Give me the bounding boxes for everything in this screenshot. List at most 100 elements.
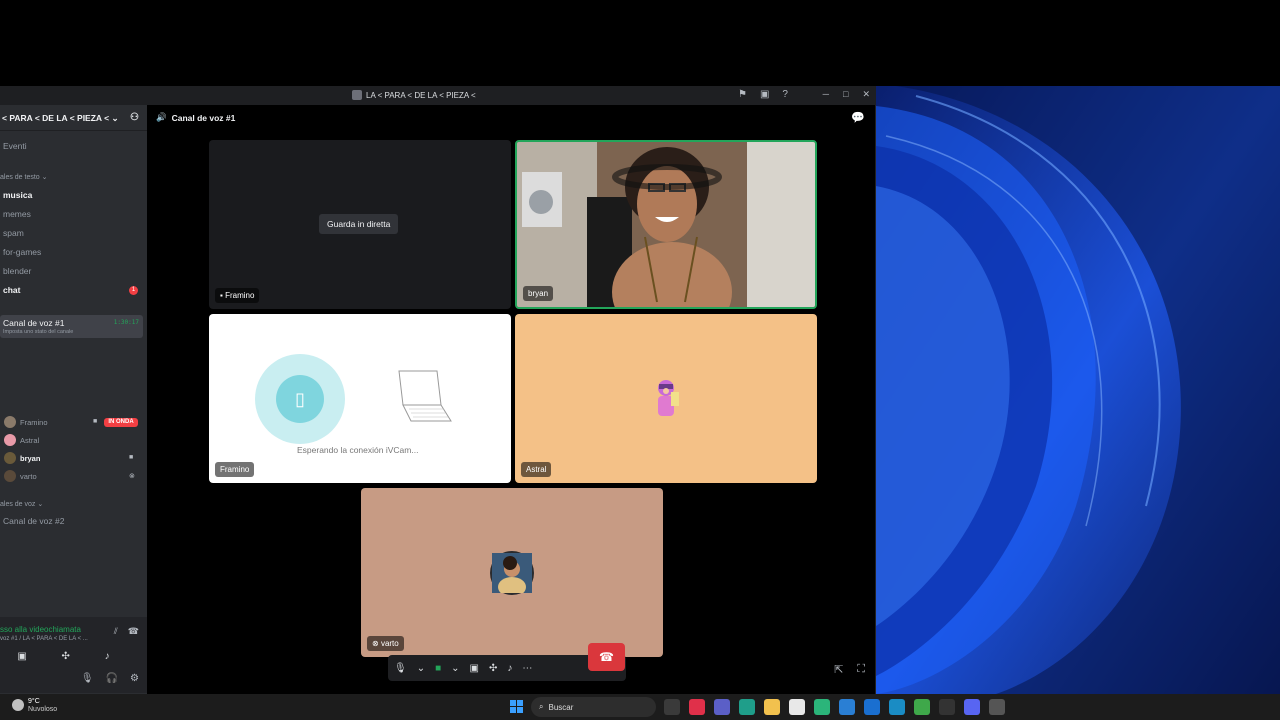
screen-share-icon[interactable]: ▣ <box>760 89 769 100</box>
title-bar-tools: ⚑ ▣ ? <box>738 89 788 100</box>
pop-out-icon[interactable]: ⇱ <box>834 663 843 676</box>
camera-icon[interactable]: ■ <box>435 663 441 674</box>
voice-category-label: ales de voz <box>0 501 36 508</box>
microphone-icon[interactable]: 🎙 <box>81 673 94 684</box>
events-link[interactable]: Eventi <box>3 141 27 151</box>
vscode-icon[interactable] <box>839 699 855 715</box>
video-icon: ■ <box>129 454 134 461</box>
window-controls: ─ □ ✕ <box>823 89 870 100</box>
member-bryan[interactable]: bryan <box>4 451 40 465</box>
member-varto[interactable]: varto <box>4 469 37 483</box>
member-name: varto <box>20 471 37 481</box>
channel-status-text[interactable]: Imposta uno stato del canale <box>3 329 73 335</box>
avatar <box>4 470 16 482</box>
avatar <box>4 416 16 428</box>
live-badge: IN ONDA <box>104 418 138 427</box>
video-tile-bryan[interactable]: bryan <box>515 140 817 309</box>
temperature-text: 9°C <box>28 698 40 705</box>
user-avatar <box>490 551 534 597</box>
text-channels-category[interactable]: ales de testo ⌄ <box>0 173 48 181</box>
invite-user-icon[interactable]: ⚇ <box>130 112 139 123</box>
video-tile-astral[interactable]: Astral <box>515 314 817 483</box>
activities-button[interactable]: ✣ <box>62 651 70 662</box>
chevron-down-icon[interactable]: ⌄ <box>451 663 459 674</box>
chat-bubble-icon[interactable]: 💬 <box>851 111 865 124</box>
maximize-button[interactable]: □ <box>843 89 848 100</box>
voice-channels-category[interactable]: ales de voz ⌄ <box>0 500 43 508</box>
start-button[interactable] <box>510 700 523 713</box>
text-category-label: ales de testo <box>0 174 40 181</box>
flag-icon[interactable]: ⚑ <box>738 89 747 100</box>
minimize-button[interactable]: ─ <box>823 89 829 100</box>
window-title-text: LA < PARA < DE LA < PIEZA < <box>366 90 476 100</box>
stream-tile[interactable]: Guarda in diretta ▪ Framino <box>209 140 511 309</box>
noise-suppression-icon[interactable]: ⫽ <box>114 626 118 637</box>
server-name: < PARA < DE LA < PIEZA < <box>2 113 110 123</box>
video-tile-varto[interactable]: ⊗ varto <box>361 488 663 657</box>
channel-chat[interactable]: chat <box>3 285 20 295</box>
voice-connection-panel: sso alla videochiamata voz #1 / LA < PAR… <box>0 617 147 693</box>
connection-channel-path[interactable]: voz #1 / LA < PARA < DE LA < ... <box>0 636 88 642</box>
channel-blender[interactable]: blender <box>3 266 31 276</box>
end-call-button[interactable]: ☎ <box>588 643 625 671</box>
app-icon[interactable] <box>889 699 905 715</box>
app-icon[interactable] <box>689 699 705 715</box>
app-icon[interactable] <box>789 699 805 715</box>
video-tile-framino[interactable]: ▯ Esperando la conexión iVCam... Framino <box>209 314 511 483</box>
user-controls: 🎙 🎧 ⚙ <box>81 673 139 684</box>
watch-stream-button[interactable]: Guarda in diretta <box>319 214 399 234</box>
task-view-icon[interactable] <box>664 699 680 715</box>
taskbar-search[interactable]: ⌕ Buscar <box>531 697 656 717</box>
microphone-icon[interactable]: 🎙 <box>394 663 407 674</box>
headphones-icon[interactable]: 🎧 <box>106 673 118 684</box>
tile-label: Framino <box>215 462 255 477</box>
connection-status: sso alla videochiamata <box>0 625 81 634</box>
channel-musica[interactable]: musica <box>3 190 32 200</box>
cloud-icon <box>12 699 24 711</box>
channel-title: Canal de voz #1 <box>171 112 236 123</box>
activity-buttons: ▣ ✣ ♪ <box>0 647 147 665</box>
screen-share-icon[interactable]: ▣ <box>470 663 479 674</box>
channel-spam[interactable]: spam <box>3 228 24 238</box>
fullscreen-icon[interactable]: ⛶ <box>857 663 865 676</box>
xbox-icon: ⊗ <box>372 639 379 648</box>
voice-channel-active[interactable]: Canal de voz #1 1:30:17 Imposta uno stat… <box>0 315 143 338</box>
file-explorer-icon[interactable] <box>764 699 780 715</box>
unread-badge: 1 <box>129 286 138 295</box>
channel-for-games[interactable]: for-games <box>3 247 41 257</box>
channel-memes[interactable]: memes <box>3 209 31 219</box>
discord-icon[interactable] <box>964 699 980 715</box>
disconnect-icon[interactable]: ☎ <box>128 626 139 637</box>
app-icon[interactable] <box>989 699 1005 715</box>
member-astral[interactable]: Astral <box>4 433 39 447</box>
close-button[interactable]: ✕ <box>862 89 870 100</box>
teams-icon[interactable] <box>714 699 730 715</box>
voice-channel-2[interactable]: Canal de voz #2 <box>3 516 64 526</box>
member-framino[interactable]: Framino <box>4 415 48 429</box>
minecraft-icon[interactable] <box>914 699 930 715</box>
notion-icon[interactable] <box>939 699 955 715</box>
server-header[interactable]: < PARA < DE LA < PIEZA < ⌄ ⚇ <box>0 105 147 131</box>
app-icon[interactable] <box>814 699 830 715</box>
phone-icon: ▯ <box>276 375 324 423</box>
member-name: Framino <box>20 417 48 427</box>
windows-taskbar: 9°C Nuvoloso ⌕ Buscar <box>0 694 1280 720</box>
edge-icon[interactable] <box>739 699 755 715</box>
soundboard-button[interactable]: ♪ <box>105 651 110 662</box>
chevron-down-icon[interactable]: ⌄ <box>417 663 425 674</box>
activities-icon[interactable]: ✣ <box>489 663 497 674</box>
soundboard-icon[interactable]: ♪ <box>507 663 512 674</box>
channel-header: 🔊 Canal de voz #1 <box>156 112 235 123</box>
condition-text: Nuvoloso <box>28 706 58 713</box>
outlook-icon[interactable] <box>864 699 880 715</box>
more-options-icon[interactable]: ⋯ <box>522 663 532 674</box>
search-icon: ⌕ <box>539 702 544 711</box>
tile-label-text: varto <box>380 639 399 648</box>
settings-gear-icon[interactable]: ⚙ <box>130 673 139 684</box>
speaker-icon: 🔊 <box>156 112 167 122</box>
window-title: LA < PARA < DE LA < PIEZA < <box>352 90 476 100</box>
share-screen-button[interactable]: ▣ <box>17 651 26 662</box>
tile-label: bryan <box>523 286 554 301</box>
help-icon[interactable]: ? <box>782 89 788 100</box>
weather-widget[interactable]: 9°C Nuvoloso <box>12 697 57 713</box>
